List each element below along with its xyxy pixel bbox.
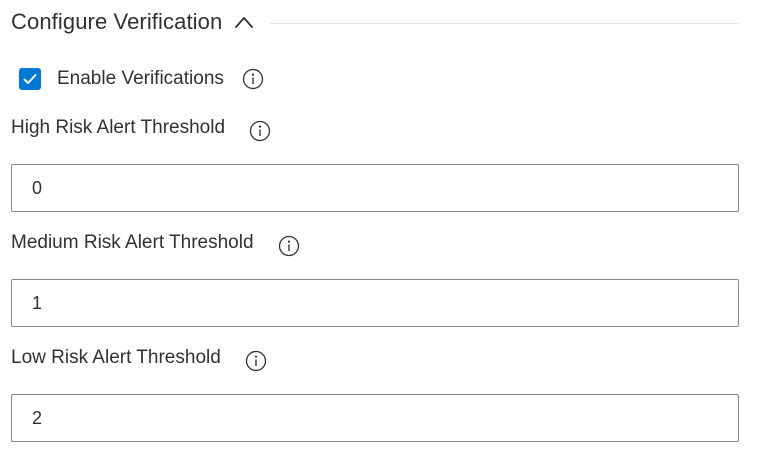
- chevron-up-icon[interactable]: [232, 10, 256, 34]
- info-icon[interactable]: [245, 350, 267, 372]
- section-divider: [270, 22, 739, 24]
- info-icon[interactable]: [278, 235, 300, 257]
- enable-verifications-checkbox[interactable]: [19, 68, 41, 90]
- info-icon[interactable]: [249, 120, 271, 142]
- info-icon[interactable]: [242, 68, 264, 90]
- enable-verifications-label[interactable]: Enable Verifications: [57, 68, 224, 90]
- section-header: Configure Verification: [11, 4, 739, 40]
- medium-risk-threshold-input[interactable]: [11, 279, 739, 327]
- low-risk-label-row: Low Risk Alert Threshold: [11, 344, 267, 372]
- medium-risk-label-row: Medium Risk Alert Threshold: [11, 229, 300, 257]
- high-risk-label-row: High Risk Alert Threshold: [11, 114, 271, 142]
- high-risk-threshold-input[interactable]: [11, 164, 739, 212]
- checkmark-icon: [23, 74, 37, 84]
- configure-verification-panel: Configure Verification Enable Verificati…: [0, 0, 762, 457]
- enable-verifications-row: Enable Verifications: [19, 66, 264, 92]
- low-risk-threshold-input[interactable]: [11, 394, 739, 442]
- section-title: Configure Verification: [11, 9, 223, 34]
- medium-risk-threshold-label: Medium Risk Alert Threshold: [11, 232, 254, 253]
- high-risk-threshold-label: High Risk Alert Threshold: [11, 117, 226, 138]
- low-risk-threshold-label: Low Risk Alert Threshold: [11, 347, 221, 368]
